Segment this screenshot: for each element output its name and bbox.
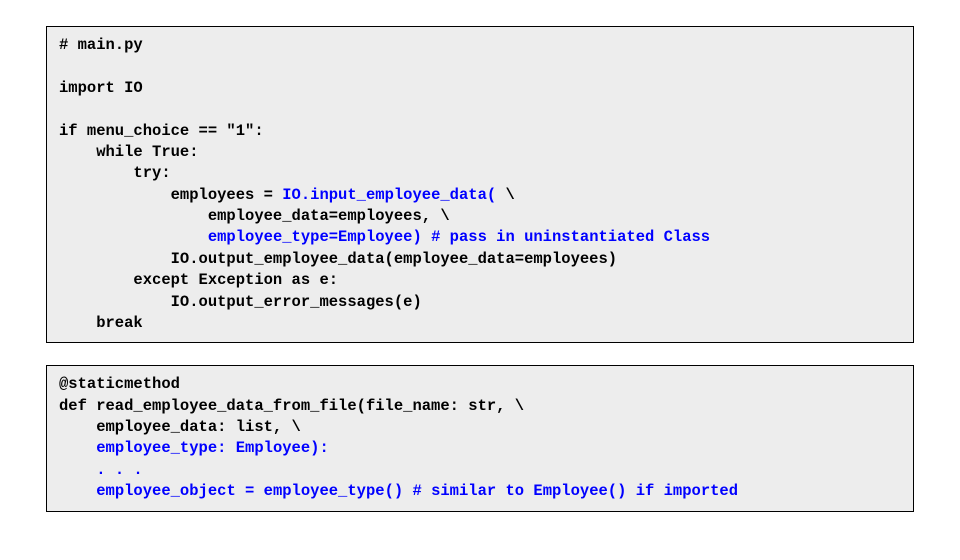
- code-line: break: [59, 314, 143, 332]
- code-highlight: . . .: [96, 461, 143, 479]
- code-line: try:: [59, 164, 171, 182]
- code-line: while True:: [59, 143, 199, 161]
- code-line: \: [496, 186, 515, 204]
- code-line: IO.output_employee_data(employee_data=em…: [59, 250, 617, 268]
- code-highlight: IO.input_employee_data(: [282, 186, 496, 204]
- code-line: employees =: [59, 186, 282, 204]
- code-line: [59, 482, 96, 500]
- code-line: if menu_choice == "1":: [59, 122, 264, 140]
- code-line: [59, 439, 96, 457]
- code-line: [59, 228, 208, 246]
- code-line: import IO: [59, 79, 143, 97]
- code-line: employee_data=employees, \: [59, 207, 450, 225]
- page: # main.py import IO if menu_choice == "1…: [0, 0, 960, 560]
- code-block-1: # main.py import IO if menu_choice == "1…: [46, 26, 914, 343]
- code-highlight: employee_type: Employee):: [96, 439, 329, 457]
- code-line: employee_data: list, \: [59, 418, 301, 436]
- code-line: # main.py: [59, 36, 143, 54]
- code-line: IO.output_error_messages(e): [59, 293, 422, 311]
- code-highlight: employee_object = employee_type() # simi…: [96, 482, 738, 500]
- code-line: @staticmethod: [59, 375, 180, 393]
- code-line: def read_employee_data_from_file(file_na…: [59, 397, 524, 415]
- code-line: [59, 461, 96, 479]
- code-line: except Exception as e:: [59, 271, 338, 289]
- code-highlight: employee_type=Employee) # pass in uninst…: [208, 228, 710, 246]
- code-block-2: @staticmethod def read_employee_data_fro…: [46, 365, 914, 511]
